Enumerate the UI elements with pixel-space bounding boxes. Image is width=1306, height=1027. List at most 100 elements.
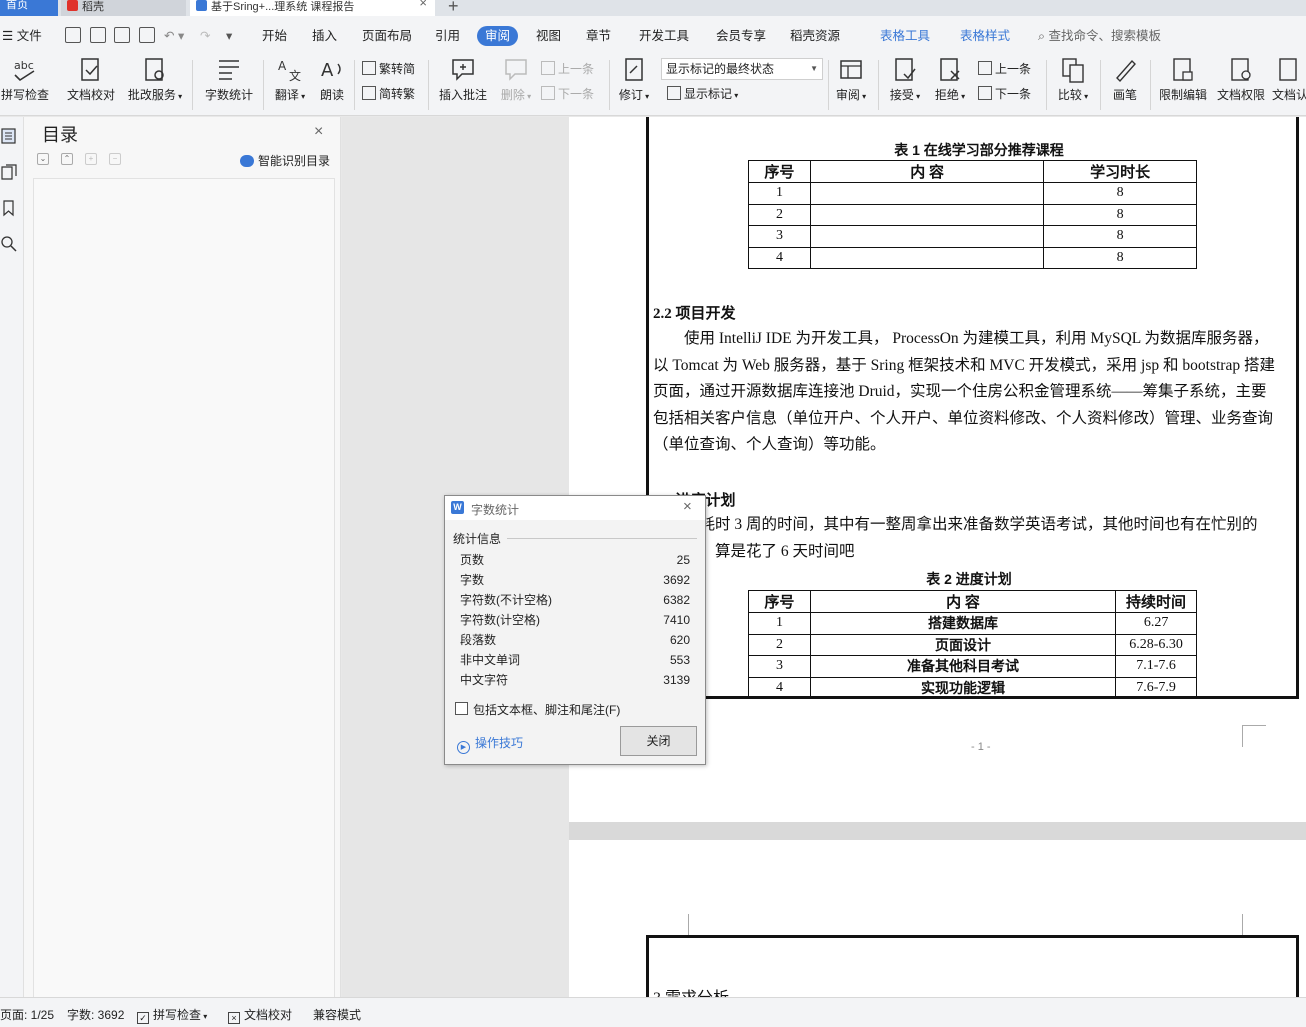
table-header: 内 容	[809, 160, 1045, 183]
menu-view[interactable]: 视图	[536, 26, 561, 46]
pen-button[interactable]: 画笔	[1108, 56, 1142, 103]
menu-member[interactable]: 会员专享	[716, 26, 766, 46]
expand-all-icon[interactable]: ⌄	[37, 153, 49, 165]
redo-icon[interactable]: ↷	[200, 26, 210, 46]
paragraph-line: 共耗时 3 周的时间，其中有一整周拿出来准备数学英语考试，其他时间也有在忙别的	[684, 516, 1258, 533]
doc-proof-button[interactable]: 文档校对	[64, 56, 118, 103]
menu-start[interactable]: 开始	[262, 26, 287, 46]
tab-home[interactable]: 首页	[0, 0, 58, 16]
include-textbox-checkbox[interactable]	[455, 702, 468, 715]
trad-to-simp-button[interactable]: 繁转简	[362, 60, 415, 78]
next-change-button[interactable]: 下一条	[978, 85, 1031, 103]
table-cell: 搭建数据库	[809, 612, 1117, 635]
table-2[interactable]: 序号内 容持续时间 1 搭建数据库 6.27 2 页面设计 6.28-6.30 3 准备其…	[748, 590, 1197, 699]
tab-document[interactable]: 基于Sring+...理系统 课程报告 ×	[190, 0, 435, 16]
close-icon[interactable]: ×	[314, 123, 323, 141]
accept-dropdown-icon: ▾	[913, 92, 921, 101]
menu-chapter[interactable]: 章节	[586, 26, 611, 46]
prev-change-button[interactable]: 上一条	[978, 60, 1031, 78]
menu-table-style[interactable]: 表格样式	[960, 26, 1010, 46]
print-icon[interactable]	[114, 27, 130, 43]
close-button[interactable]: 关闭	[620, 726, 697, 756]
table-cell: 6.28-6.30	[1115, 633, 1197, 656]
insert-comment-button[interactable]: 插入批注	[436, 56, 490, 103]
menu-table-tools[interactable]: 表格工具	[880, 26, 930, 46]
ribbon-divider	[1046, 60, 1047, 110]
stat-value: 7410	[663, 613, 690, 627]
word-count-button[interactable]: 字数统计	[202, 56, 256, 103]
smart-toc-button[interactable]: 智能识别目录	[240, 152, 330, 169]
close-tab-icon[interactable]: ×	[419, 0, 427, 9]
stat-label: 字符数(不计空格)	[460, 593, 552, 607]
track-changes-button[interactable]: 修订 ▾	[615, 56, 653, 103]
simp-to-trad-button[interactable]: 简转繁	[362, 85, 415, 103]
restrict-edit-button[interactable]: 限制编辑	[1156, 56, 1210, 103]
read-aloud-button[interactable]: A 朗读	[315, 56, 349, 103]
chevron-down-icon: ▼	[810, 64, 818, 73]
compare-icon	[1060, 56, 1086, 84]
stat-row: 字数 3692	[460, 570, 690, 590]
markup-mode-select[interactable]: 显示标记的最终状态 ▼	[661, 58, 823, 80]
search-icon[interactable]	[0, 235, 18, 253]
new-tab-icon[interactable]: +	[448, 0, 459, 17]
doc-permission-button[interactable]: 文档权限	[1214, 56, 1268, 103]
word-count-indicator[interactable]: 字数: 3692	[67, 1006, 124, 1023]
menu-reference[interactable]: 引用	[435, 26, 460, 46]
menu-review[interactable]: 审阅	[477, 26, 519, 46]
menu-layout[interactable]: 页面布局	[362, 26, 412, 46]
outline-icon[interactable]	[0, 127, 18, 145]
delete-comment-button[interactable]: 删除 ▾	[496, 56, 536, 103]
word-count-dialog: W 字数统计 × 统计信息 页数 25 字数 3692 字符数(不计空格) 6382 …	[444, 495, 706, 765]
tips-link[interactable]: ▶ 操作技巧	[457, 734, 523, 754]
next-comment-button[interactable]: 下一条	[541, 85, 594, 103]
compat-mode: 兼容模式	[313, 1008, 362, 1022]
spell-check-button[interactable]: abc 拼写检查	[0, 56, 50, 103]
stat-label: 中文字符	[460, 673, 509, 687]
include-textbox-label[interactable]: 包括文本框、脚注和尾注(F)	[473, 701, 620, 718]
add-heading-icon[interactable]: +	[85, 153, 97, 165]
reject-label: 拒绝	[934, 88, 959, 102]
command-search[interactable]: ⌕ 查找命令、搜索模板	[1038, 26, 1161, 46]
page-indicator[interactable]: 页面: 1/25	[0, 1006, 54, 1023]
accept-button[interactable]: 接受 ▾	[885, 56, 925, 103]
collapse-all-icon[interactable]: ⌃	[61, 153, 73, 165]
spell-dropdown-icon: ▾	[201, 1012, 208, 1021]
prev-comment-button[interactable]: 上一条	[541, 60, 594, 78]
track-changes-icon	[621, 56, 647, 84]
review-ribbon: abc 拼写检查 文档校对 批改服务 ▾ 字数统计 A文 翻译 ▾ A 朗读 繁…	[0, 54, 1306, 116]
table1-caption: 表 1 在线学习部分推荐课程	[894, 142, 1064, 158]
menu-daoke-res[interactable]: 稻壳资源	[790, 26, 840, 46]
file-menu[interactable]: ☰ 文件	[2, 26, 42, 46]
remove-heading-icon[interactable]: −	[109, 153, 121, 165]
review-service-button[interactable]: 批改服务 ▾	[124, 56, 186, 103]
print-preview-icon[interactable]	[139, 27, 155, 43]
accept-label: 接受	[889, 88, 914, 102]
next-change-icon	[978, 86, 992, 100]
reject-icon	[937, 56, 963, 84]
spell-check-status[interactable]: ✓ 拼写检查 ▾	[137, 1006, 207, 1024]
review-pane-button[interactable]: 审阅 ▾	[832, 56, 870, 103]
stat-label: 非中文单词	[460, 653, 521, 667]
menu-insert[interactable]: 插入	[312, 26, 337, 46]
translate-button[interactable]: A文 翻译 ▾	[270, 56, 310, 103]
table-header: 内 容	[809, 590, 1117, 613]
doc-proof-status[interactable]: × 文档校对	[228, 1006, 292, 1024]
chapters-icon[interactable]	[0, 163, 18, 181]
more-icon[interactable]: ▾	[226, 26, 232, 46]
dialog-titlebar[interactable]: W 字数统计 ×	[445, 496, 705, 520]
tab-daoke[interactable]: 稻壳	[61, 0, 186, 16]
proof-icon: ×	[228, 1012, 240, 1024]
save-icon[interactable]	[65, 27, 81, 43]
compare-button[interactable]: 比较 ▾	[1054, 56, 1092, 103]
close-icon[interactable]: ×	[683, 498, 692, 515]
export-pdf-icon[interactable]	[90, 27, 106, 43]
table-1[interactable]: 序号内 容学习时长 18 28 38 48	[748, 160, 1197, 269]
menu-devtools[interactable]: 开发工具	[639, 26, 689, 46]
toc-list[interactable]	[33, 178, 335, 998]
show-markup-button[interactable]: 显示标记 ▾	[667, 85, 738, 103]
table-row: 48	[748, 246, 1197, 269]
bookmark-icon[interactable]	[0, 199, 18, 217]
undo-icon[interactable]: ↶ ▾	[164, 26, 184, 46]
reject-button[interactable]: 拒绝 ▾	[930, 56, 970, 103]
doc-auth-button[interactable]: 文档认	[1272, 56, 1306, 103]
